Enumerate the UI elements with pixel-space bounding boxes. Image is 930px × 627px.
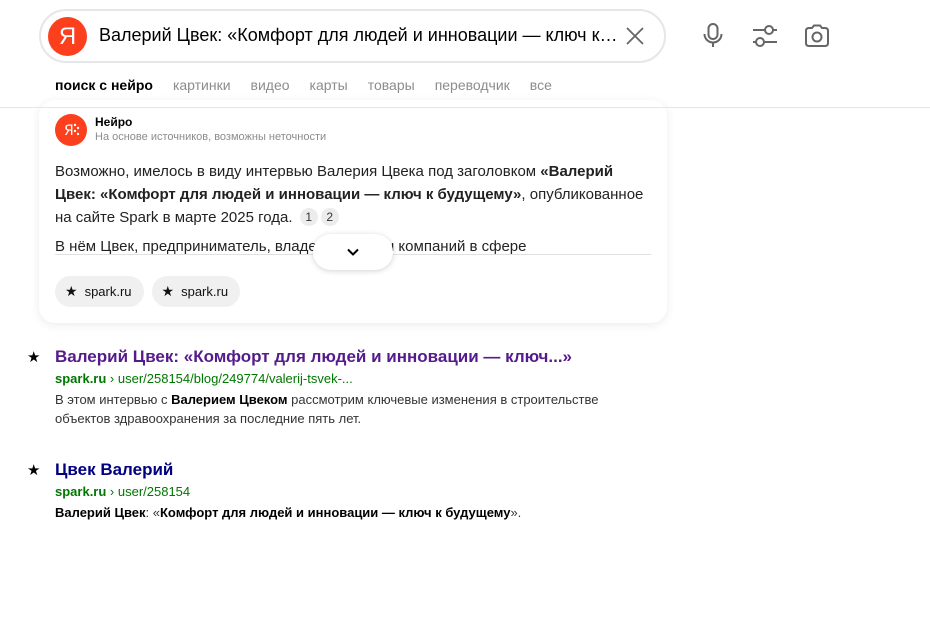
result-title-link[interactable]: Цвек Валерий [55, 460, 173, 480]
result-url[interactable]: spark.ru › user/258154/blog/249774/valer… [55, 371, 353, 386]
chevron-down-icon [347, 248, 359, 256]
star-icon: ★ [27, 349, 41, 366]
star-icon: ★ [27, 462, 41, 479]
search-result: ★ Цвек Валерий spark.ru › user/258154 Ва… [27, 460, 667, 524]
neuro-answer-text: Возможно, имелось в виду интервью Валери… [55, 163, 644, 226]
voice-search-button[interactable] [699, 22, 727, 50]
search-input[interactable]: Валерий Цвек: «Комфорт для людей и иннов… [99, 25, 619, 46]
camera-icon [805, 24, 829, 47]
image-search-button[interactable] [803, 22, 831, 50]
neuro-title: Нейро [95, 115, 133, 129]
neuro-answer-card: Я Нейро На основе источников, возможны н… [39, 100, 667, 323]
star-icon: ★ [65, 283, 78, 299]
filter-sliders-icon [753, 25, 777, 47]
result-snippet: Валерий Цвек: «Комфорт для людей и иннов… [55, 505, 522, 520]
neuro-icon: Я [64, 123, 80, 139]
neuro-subtitle: На основе источников, возможны неточност… [95, 131, 327, 143]
tabs-divider [0, 107, 930, 108]
close-icon [626, 27, 644, 45]
microphone-icon [703, 23, 723, 47]
expand-answer-button[interactable] [313, 234, 393, 270]
result-title-link[interactable]: Валерий Цвек: «Комфорт для людей и иннов… [55, 347, 572, 367]
source-chips: ★ spark.ru ★ spark.ru [55, 276, 241, 307]
search-bar[interactable]: Я Валерий Цвек: «Комфорт для людей и инн… [39, 9, 666, 63]
filters-button[interactable] [751, 22, 779, 50]
yandex-logo[interactable]: Я [48, 17, 87, 56]
clear-button[interactable] [623, 24, 647, 48]
source-ref-2[interactable]: 2 [320, 208, 339, 226]
star-icon: ★ [161, 283, 175, 299]
source-chip[interactable]: ★ spark.ru [151, 276, 241, 307]
result-snippet: В этом интервью с Валерием Цвеком рассмо… [55, 392, 599, 426]
result-url[interactable]: spark.ru › user/258154 [55, 484, 190, 499]
neuro-logo: Я [55, 114, 87, 146]
source-ref-1[interactable]: 1 [299, 208, 318, 226]
search-result: ★ Валерий Цвек: «Комфорт для людей и инн… [27, 347, 667, 427]
source-chip[interactable]: ★ spark.ru [55, 276, 144, 307]
svg-text:Я: Я [64, 123, 74, 139]
